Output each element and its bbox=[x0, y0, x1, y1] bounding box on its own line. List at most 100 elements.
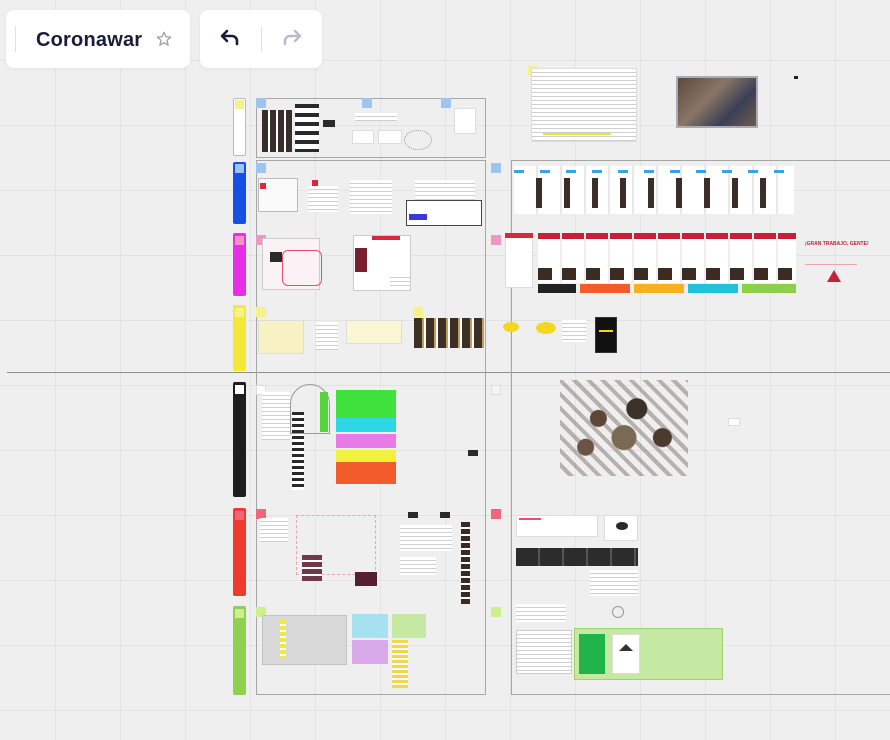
green-card[interactable] bbox=[392, 614, 426, 638]
color-band-orange bbox=[580, 284, 630, 293]
bar-marker bbox=[235, 236, 244, 245]
grid-yellow[interactable] bbox=[336, 450, 396, 462]
list-block[interactable] bbox=[295, 104, 319, 152]
mindmap-cluster[interactable] bbox=[404, 130, 432, 150]
red-doc-image bbox=[355, 248, 367, 272]
grid-cyan[interactable] bbox=[336, 418, 396, 432]
toolbar-separator bbox=[261, 26, 262, 52]
sticky-note[interactable] bbox=[256, 98, 266, 108]
note-card[interactable] bbox=[454, 108, 476, 134]
sticky-note[interactable] bbox=[491, 385, 501, 395]
sticky-note[interactable] bbox=[362, 98, 372, 108]
sticky-note[interactable] bbox=[491, 235, 501, 245]
note-card[interactable] bbox=[400, 557, 436, 575]
triangle-logo-icon bbox=[827, 270, 841, 282]
bar-marker bbox=[235, 308, 244, 317]
spreadsheet[interactable] bbox=[516, 630, 572, 674]
note-card[interactable] bbox=[390, 274, 410, 288]
color-band-green bbox=[742, 284, 796, 293]
note-card[interactable] bbox=[260, 518, 288, 542]
storyboard-accent bbox=[514, 170, 794, 173]
sticky-note[interactable] bbox=[256, 163, 266, 173]
photo-grid[interactable] bbox=[262, 110, 292, 152]
bar-marker bbox=[235, 609, 244, 618]
phone-mockup-accent bbox=[599, 330, 613, 332]
phone-mockup[interactable] bbox=[595, 317, 617, 353]
photo-pile[interactable] bbox=[302, 555, 322, 581]
star-icon[interactable] bbox=[150, 25, 178, 53]
mini-thumb[interactable] bbox=[323, 120, 335, 127]
grid-green[interactable] bbox=[336, 390, 396, 418]
connector-lines bbox=[282, 250, 322, 286]
bar-marker bbox=[235, 385, 244, 394]
green-panel-doc[interactable] bbox=[612, 634, 640, 674]
emoji-sticker[interactable] bbox=[503, 322, 519, 332]
document-thumbnail[interactable] bbox=[531, 68, 637, 142]
note-card[interactable] bbox=[316, 322, 338, 350]
mini-thumb[interactable] bbox=[408, 512, 418, 518]
empty-box[interactable] bbox=[728, 418, 740, 426]
video-strip[interactable] bbox=[516, 548, 638, 566]
yellow-cluster[interactable] bbox=[258, 320, 304, 354]
dark-card[interactable] bbox=[406, 200, 482, 226]
cyan-card[interactable] bbox=[352, 614, 388, 638]
mini-thumb[interactable] bbox=[440, 512, 450, 518]
color-band-cyan bbox=[688, 284, 738, 293]
small-note-icon bbox=[612, 606, 624, 618]
yellow-list[interactable] bbox=[392, 640, 408, 688]
photo-cloud[interactable] bbox=[560, 380, 688, 476]
dark-card-accent bbox=[409, 214, 427, 220]
photo-pile[interactable] bbox=[355, 572, 377, 586]
photo-column[interactable] bbox=[461, 522, 470, 604]
note-card[interactable] bbox=[562, 320, 586, 342]
undo-icon[interactable] bbox=[216, 25, 244, 53]
section-bar-red[interactable] bbox=[233, 508, 246, 596]
text-column bbox=[590, 570, 638, 596]
purple-card[interactable] bbox=[352, 640, 388, 664]
bar-marker bbox=[235, 164, 244, 173]
green-panel-card bbox=[579, 634, 605, 674]
toolbar-separator bbox=[15, 26, 16, 52]
note-card[interactable] bbox=[352, 130, 374, 144]
headline-underline bbox=[805, 264, 857, 265]
yellow-cluster[interactable] bbox=[346, 320, 402, 344]
text-document-title bbox=[519, 518, 541, 520]
sticky-note[interactable] bbox=[491, 607, 501, 617]
note-card[interactable] bbox=[400, 525, 452, 551]
flow-diagram[interactable] bbox=[415, 180, 475, 200]
sticky-note[interactable] bbox=[491, 163, 501, 173]
sticky-note[interactable] bbox=[491, 509, 501, 519]
red-cards-headers bbox=[538, 233, 796, 239]
storyboard-images bbox=[536, 178, 776, 208]
tiny-marker bbox=[794, 76, 798, 79]
red-doc-header bbox=[372, 236, 400, 240]
small-thumb[interactable] bbox=[468, 450, 478, 456]
bar-marker bbox=[235, 511, 244, 520]
list-column[interactable] bbox=[262, 392, 290, 440]
grey-panel[interactable] bbox=[262, 615, 347, 665]
sticky-note[interactable] bbox=[256, 307, 266, 317]
bar-marker bbox=[235, 100, 244, 109]
red-node bbox=[260, 183, 266, 189]
redo-icon[interactable] bbox=[278, 25, 306, 53]
board-title[interactable]: Coronawar bbox=[36, 29, 142, 52]
sticky-note[interactable] bbox=[413, 307, 423, 317]
note-card[interactable] bbox=[516, 604, 566, 622]
section-bar-green[interactable] bbox=[233, 606, 246, 695]
grid-orange[interactable] bbox=[336, 462, 396, 484]
celebration-headline: ¡GRAN TRABAJO, GENTE! bbox=[805, 241, 869, 247]
section-bar-black[interactable] bbox=[233, 382, 246, 497]
video-thumb[interactable] bbox=[270, 252, 282, 262]
flow-diagram[interactable] bbox=[350, 180, 392, 214]
flow-diagram[interactable] bbox=[308, 186, 338, 212]
red-cards-images bbox=[538, 268, 796, 280]
video-call-thumbnail[interactable] bbox=[676, 76, 758, 128]
board-canvas[interactable]: ¡GRAN TRABAJO, GENTE! Coronawar bbox=[0, 0, 890, 740]
note-card[interactable] bbox=[378, 130, 402, 144]
sticky-note[interactable] bbox=[441, 98, 451, 108]
red-card-panel[interactable] bbox=[505, 233, 533, 288]
emoji-sticker[interactable] bbox=[536, 322, 556, 334]
grid-magenta[interactable] bbox=[336, 434, 396, 448]
green-bar bbox=[320, 392, 328, 432]
photo-collage[interactable] bbox=[414, 318, 484, 348]
